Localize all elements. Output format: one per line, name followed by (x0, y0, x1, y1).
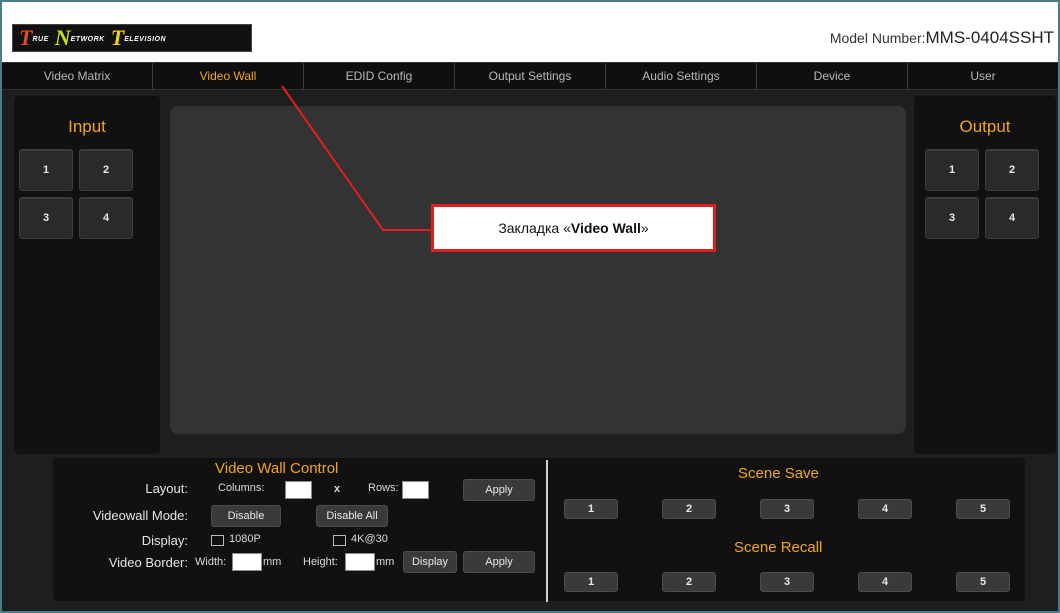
logo-letter-t2: T (110, 25, 125, 50)
tab-audio-settings[interactable]: Audio Settings (606, 63, 757, 89)
input-panel-title: Input (68, 117, 106, 136)
scene-recall-button-2[interactable]: 2 (662, 572, 716, 592)
output-button-2[interactable]: 2 (985, 149, 1039, 191)
logo-letter-n: N (54, 25, 71, 50)
tab-video-wall[interactable]: Video Wall (153, 63, 304, 89)
border-apply-button[interactable]: Apply (463, 551, 535, 573)
input-button-1[interactable]: 1 (19, 149, 73, 191)
video-border-label: Video Border: (108, 555, 188, 570)
times-label: x (334, 483, 341, 495)
control-divider (546, 460, 548, 602)
model-number-value: MMS-0404SSHT (925, 28, 1054, 47)
input-button-2[interactable]: 2 (79, 149, 133, 191)
border-width-input[interactable] (232, 553, 262, 571)
option-1080p-label: 1080P (229, 533, 261, 545)
scene-save-button-5[interactable]: 5 (956, 499, 1010, 519)
scene-recall-button-1[interactable]: 1 (564, 572, 618, 592)
height-mm-label: mm (376, 556, 395, 568)
rows-input[interactable] (402, 481, 429, 499)
tab-output-settings[interactable]: Output Settings (455, 63, 606, 89)
height-label: Height: (303, 556, 338, 568)
output-button-3[interactable]: 3 (925, 197, 979, 239)
tab-device[interactable]: Device (757, 63, 908, 89)
tab-video-matrix[interactable]: Video Matrix (2, 63, 153, 89)
columns-label: Columns: (218, 482, 265, 494)
output-panel-title: Output (959, 117, 1011, 136)
brand-logo: T rue N etwork T elevision (12, 24, 252, 52)
disable-button[interactable]: Disable (211, 505, 281, 527)
rows-label: Rows: (368, 482, 399, 494)
scene-save-button-2[interactable]: 2 (662, 499, 716, 519)
logo-letter-t: T (19, 25, 33, 50)
annotation-callout: Закладка «Video Wall» (431, 204, 716, 252)
logo-word-rue: rue (32, 32, 49, 44)
output-panel: Output 1 2 3 4 (914, 96, 1056, 454)
logo-word-elevision: elevision (124, 32, 167, 44)
video-wall-control-title: Video Wall Control (215, 460, 339, 477)
scene-recall-button-4[interactable]: 4 (858, 572, 912, 592)
main-nav: Video Matrix Video Wall EDID Config Outp… (2, 62, 1058, 90)
columns-input[interactable] (285, 481, 312, 499)
output-button-1[interactable]: 1 (925, 149, 979, 191)
border-display-button[interactable]: Display (403, 551, 457, 573)
videowall-mode-label: Videowall Mode: (92, 508, 188, 523)
checkbox-4k30[interactable] (333, 535, 346, 546)
tab-user[interactable]: User (908, 63, 1058, 89)
width-mm-label: mm (263, 556, 282, 568)
width-label: Width: (195, 556, 227, 568)
scene-save-button-3[interactable]: 3 (760, 499, 814, 519)
scene-recall-button-5[interactable]: 5 (956, 572, 1010, 592)
header-bar: T rue N etwork T elevision Model Number:… (2, 2, 1058, 62)
tab-edid-config[interactable]: EDID Config (304, 63, 455, 89)
model-number-label: Model Number: (829, 30, 926, 46)
scene-recall-title: Scene Recall (734, 539, 823, 556)
input-panel: Input 1 2 3 4 (14, 96, 160, 454)
scene-save-button-1[interactable]: 1 (564, 499, 618, 519)
annotation-suffix: » (640, 220, 649, 236)
logo-word-etwork: etwork (70, 32, 105, 44)
border-height-input[interactable] (345, 553, 375, 571)
display-label: Display: (141, 533, 188, 548)
output-button-4[interactable]: 4 (985, 197, 1039, 239)
scene-save-title: Scene Save (738, 465, 819, 482)
option-4k30-label: 4K@30 (351, 533, 388, 545)
scene-recall-button-3[interactable]: 3 (760, 572, 814, 592)
layout-label: Layout: (145, 481, 188, 496)
scene-save-button-4[interactable]: 4 (858, 499, 912, 519)
disable-all-button[interactable]: Disable All (316, 505, 388, 527)
annotation-prefix: Закладка « (498, 220, 571, 236)
layout-apply-button[interactable]: Apply (463, 479, 535, 501)
input-button-3[interactable]: 3 (19, 197, 73, 239)
input-button-4[interactable]: 4 (79, 197, 133, 239)
video-wall-canvas[interactable] (170, 106, 906, 434)
annotation-bold: Video Wall (570, 220, 641, 236)
model-number: Model Number:MMS-0404SSHT (830, 28, 1054, 48)
checkbox-1080p[interactable] (211, 535, 224, 546)
